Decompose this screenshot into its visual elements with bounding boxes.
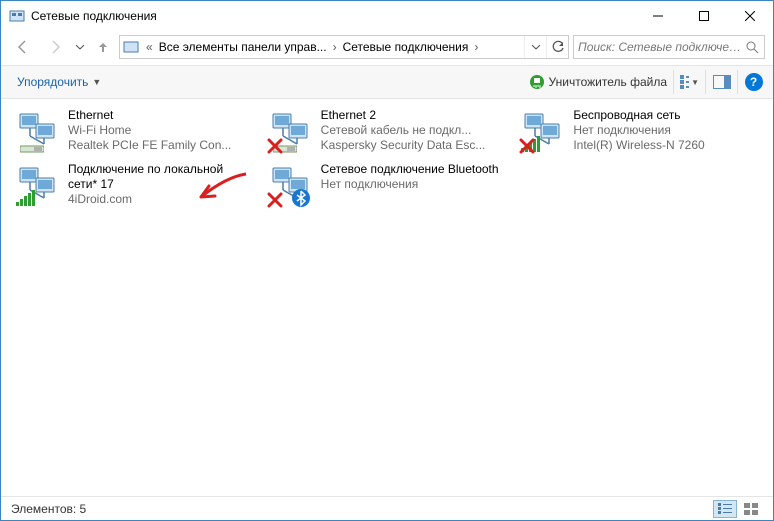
- organize-button[interactable]: Упорядочить ▼: [11, 72, 107, 92]
- connection-name: Подключение по локальной сети* 17: [68, 162, 253, 192]
- maximize-button[interactable]: [681, 1, 727, 31]
- window-title: Сетевые подключения: [31, 9, 635, 23]
- shredder-label: Уничтожитель файла: [549, 75, 667, 89]
- window-icon: [9, 8, 25, 24]
- connection-detail: Нет подключения: [321, 177, 499, 192]
- connection-detail: 4iDroid.com: [68, 192, 253, 207]
- connection-detail: Kaspersky Security Data Esc...: [321, 138, 486, 153]
- address-bar[interactable]: « Все элементы панели управ... › Сетевые…: [119, 35, 569, 59]
- network-adapter-icon: [14, 108, 60, 154]
- connection-status: Нет подключения: [573, 123, 704, 138]
- window-buttons: [635, 1, 773, 31]
- search-box[interactable]: Поиск: Сетевые подключения: [573, 35, 765, 59]
- view-details-button[interactable]: [713, 500, 737, 518]
- breadcrumb-sep-1[interactable]: ›: [329, 40, 341, 54]
- breadcrumb-chevron-left[interactable]: «: [142, 40, 157, 54]
- dropdown-icon: ▼: [92, 77, 101, 87]
- address-row: « Все элементы панели управ... › Сетевые…: [1, 31, 773, 65]
- minimize-button[interactable]: [635, 1, 681, 31]
- address-icon: [120, 39, 142, 55]
- connection-detail: Intel(R) Wireless-N 7260: [573, 138, 704, 153]
- content-area: Ethernet Wi-Fi Home Realtek PCIe FE Fami…: [1, 99, 773, 496]
- breadcrumb-2[interactable]: Сетевые подключения: [341, 40, 471, 54]
- status-bar: Элементов: 5: [1, 496, 773, 520]
- search-icon: [744, 41, 760, 54]
- shredder-icon: [529, 74, 545, 90]
- titlebar: Сетевые подключения: [1, 1, 773, 31]
- help-icon: ?: [745, 73, 763, 91]
- toolbar: Упорядочить ▼ Уничтожитель файла ▼ ?: [1, 65, 773, 99]
- forward-button[interactable]: [41, 35, 69, 59]
- status-count: Элементов: 5: [11, 502, 86, 516]
- view-button[interactable]: ▼: [673, 70, 699, 94]
- connection-status: Сетевой кабель не подкл...: [321, 123, 486, 138]
- network-adapter-icon: [519, 108, 565, 154]
- connection-item[interactable]: Сетевое подключение Bluetooth Нет подклю…: [264, 159, 509, 211]
- refresh-button[interactable]: [546, 36, 568, 58]
- connection-item[interactable]: Ethernet Wi-Fi Home Realtek PCIe FE Fami…: [11, 105, 256, 157]
- connection-name: Ethernet 2: [321, 108, 486, 123]
- connection-item[interactable]: Беспроводная сеть Нет подключения Intel(…: [516, 105, 761, 157]
- preview-pane-button[interactable]: [705, 70, 731, 94]
- connection-name: Ethernet: [68, 108, 231, 123]
- connection-detail: Realtek PCIe FE Family Con...: [68, 138, 231, 153]
- organize-label: Упорядочить: [17, 75, 88, 89]
- view-large-button[interactable]: [739, 500, 763, 518]
- history-dropdown[interactable]: [73, 35, 87, 59]
- connection-name: Сетевое подключение Bluetooth: [321, 162, 499, 177]
- network-adapter-icon: [267, 108, 313, 154]
- close-button[interactable]: [727, 1, 773, 31]
- file-shredder-button[interactable]: Уничтожитель файла: [529, 74, 667, 90]
- connection-name: Беспроводная сеть: [573, 108, 704, 123]
- back-button[interactable]: [9, 35, 37, 59]
- up-button[interactable]: [91, 35, 115, 59]
- connection-status: Wi-Fi Home: [68, 123, 231, 138]
- search-placeholder: Поиск: Сетевые подключения: [578, 40, 744, 54]
- connection-item[interactable]: Подключение по локальной сети* 17 4iDroi…: [11, 159, 256, 211]
- address-dropdown[interactable]: [524, 36, 546, 58]
- network-adapter-icon: [267, 162, 313, 208]
- network-adapter-icon: [14, 162, 60, 208]
- breadcrumb-sep-2[interactable]: ›: [470, 40, 482, 54]
- breadcrumb-1[interactable]: Все элементы панели управ...: [157, 40, 329, 54]
- connection-item[interactable]: Ethernet 2 Сетевой кабель не подкл... Ka…: [264, 105, 509, 157]
- help-button[interactable]: ?: [737, 70, 763, 94]
